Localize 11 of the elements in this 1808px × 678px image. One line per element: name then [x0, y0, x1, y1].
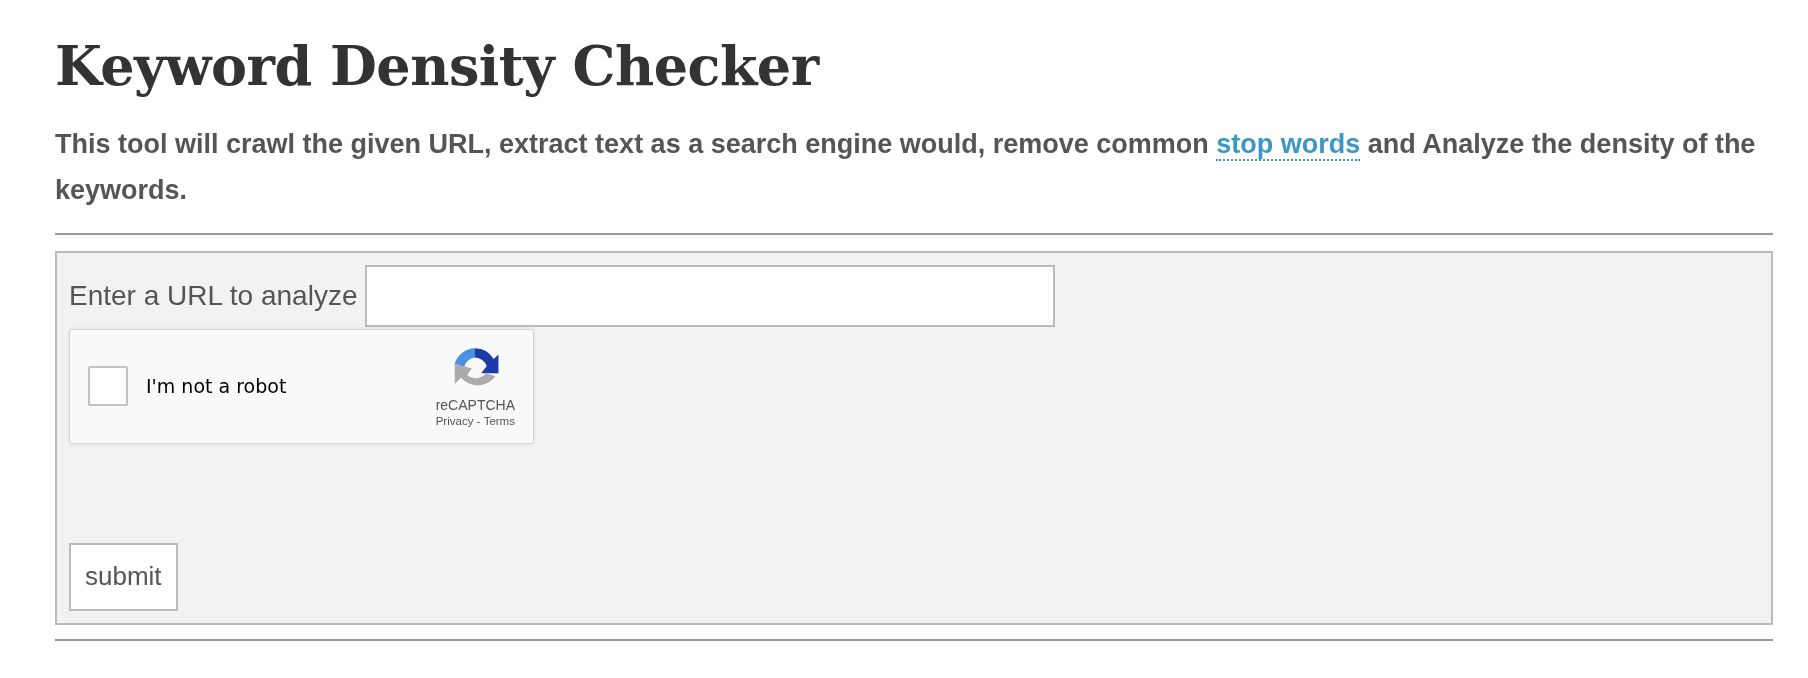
page-title: Keyword Density Checker [55, 34, 821, 99]
captcha-checkbox[interactable] [88, 366, 128, 407]
url-input[interactable] [365, 264, 1056, 327]
captcha-label: I'm not a robot [146, 375, 288, 398]
link-separator: - [475, 415, 482, 428]
submit-button[interactable]: submit [69, 542, 178, 611]
terms-link[interactable]: Terms [483, 415, 515, 428]
intro-text: This tool will crawl the given URL, extract text as a search engine would, remove common stop words and Analyze the density of the keywords. [55, 127, 1757, 207]
privacy-link[interactable]: Privacy [435, 415, 474, 428]
url-label: Enter a URL to analyze [69, 279, 358, 312]
recaptcha-brand: reCAPTCHA [435, 397, 515, 414]
